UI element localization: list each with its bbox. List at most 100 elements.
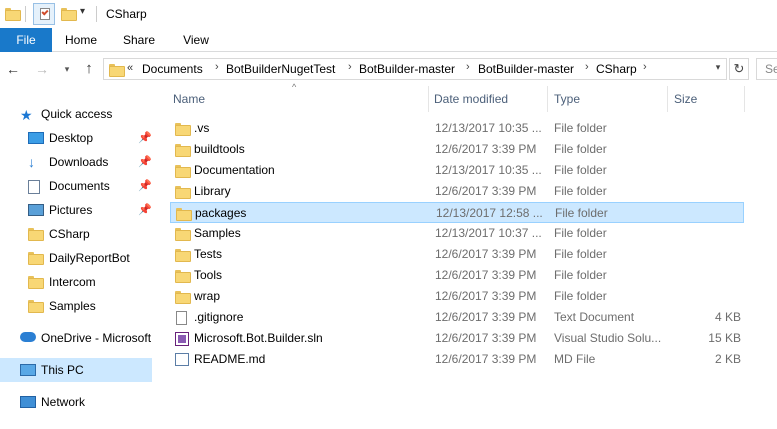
folder-icon	[175, 186, 191, 199]
file-date-modified: 12/6/2017 3:39 PM	[435, 268, 537, 282]
folder-icon	[109, 64, 125, 77]
sidebar-item-samples[interactable]: Samples	[0, 294, 152, 318]
breadcrumb-csharp[interactable]: CSharp	[596, 62, 637, 76]
up-button[interactable]: ↑	[80, 59, 98, 79]
column-divider[interactable]	[428, 86, 429, 112]
file-row[interactable]: Samples 12/13/2017 10:37 ... File folder	[170, 223, 744, 244]
sidebar-item-quick-access[interactable]: ★ Quick access	[0, 102, 152, 126]
column-header-name[interactable]: Name	[173, 86, 205, 112]
address-history-dropdown[interactable]: ▾	[710, 59, 726, 75]
file-date-modified: 12/6/2017 3:39 PM	[435, 331, 537, 345]
file-row[interactable]: .gitignore 12/6/2017 3:39 PM Text Document…	[170, 307, 744, 328]
breadcrumb-botbuilder-master-2[interactable]: BotBuilder-master	[478, 62, 574, 76]
file-type: File folder	[554, 289, 607, 303]
sidebar-item-label: OneDrive - Microsoft	[41, 331, 152, 345]
sidebar-item-onedrive[interactable]: OneDrive - Microsoft	[0, 326, 152, 350]
customize-toolbar-dropdown-icon[interactable]: ▾	[80, 6, 85, 17]
refresh-button[interactable]: ↻	[729, 58, 749, 80]
folder-icon	[175, 291, 191, 304]
markdown-file-icon	[175, 353, 189, 366]
breadcrumb-botbuildernugettest[interactable]: BotBuilderNugetTest	[226, 62, 335, 76]
chevron-right-icon[interactable]: ›	[215, 61, 219, 73]
breadcrumb-documents[interactable]: Documents	[142, 62, 203, 76]
file-row[interactable]: Tools 12/6/2017 3:39 PM File folder	[170, 265, 744, 286]
file-type: File folder	[554, 121, 607, 135]
file-date-modified: 12/13/2017 10:35 ...	[435, 163, 542, 177]
file-date-modified: 12/13/2017 10:37 ...	[435, 226, 542, 240]
file-row[interactable]: packages 12/13/2017 12:58 ... File folder	[170, 202, 744, 223]
breadcrumb-overflow[interactable]: «	[127, 62, 133, 74]
chevron-right-icon[interactable]: ›	[585, 61, 589, 73]
new-folder-button[interactable]	[61, 8, 77, 21]
folder-icon	[175, 144, 191, 157]
folder-icon	[28, 228, 44, 241]
sidebar-item-downloads[interactable]: ↓ Downloads 📌	[0, 150, 152, 174]
file-row[interactable]: buildtools 12/6/2017 3:39 PM File folder	[170, 139, 744, 160]
column-divider[interactable]	[744, 86, 745, 112]
file-name: .gitignore	[194, 310, 244, 324]
divider	[25, 6, 26, 22]
pin-icon[interactable]: 📌	[138, 174, 152, 198]
folder-icon	[175, 123, 191, 136]
column-header-type[interactable]: Type	[554, 86, 580, 112]
file-row[interactable]: Documentation 12/13/2017 10:35 ... File fo…	[170, 160, 744, 181]
sidebar-item-dailyreportbot[interactable]: DailyReportBot	[0, 246, 152, 270]
network-icon	[20, 396, 36, 408]
sidebar-item-desktop[interactable]: Desktop 📌	[0, 126, 152, 150]
column-divider[interactable]	[547, 86, 548, 112]
tab-file[interactable]: File	[0, 28, 52, 52]
search-input[interactable]: Se	[756, 58, 777, 80]
pin-icon[interactable]: 📌	[138, 126, 152, 150]
file-row[interactable]: Tests 12/6/2017 3:39 PM File folder	[170, 244, 744, 265]
file-row[interactable]: README.md 12/6/2017 3:39 PM MD File 2 KB	[170, 349, 744, 370]
recent-locations-dropdown[interactable]: ▾	[60, 59, 74, 79]
file-name: .vs	[194, 121, 210, 135]
breadcrumb-botbuilder-master[interactable]: BotBuilder-master	[359, 62, 455, 76]
file-row[interactable]: Microsoft.Bot.Builder.sln 12/6/2017 3:39 …	[170, 328, 744, 349]
file-list: ^ Name Date modified Type Size .vs 12/13/…	[156, 82, 777, 429]
sidebar-item-this-pc[interactable]: This PC	[0, 358, 152, 382]
folder-icon	[28, 252, 44, 265]
file-type: File folder	[554, 226, 607, 240]
back-button[interactable]: ←	[4, 59, 22, 79]
sidebar-item-pictures[interactable]: Pictures 📌	[0, 198, 152, 222]
chevron-right-icon[interactable]: ›	[466, 61, 470, 73]
ribbon-tabs: File Home Share View	[0, 28, 777, 52]
file-type: File folder	[554, 142, 607, 156]
file-type: File folder	[554, 247, 607, 261]
sidebar-item-csharp[interactable]: CSharp	[0, 222, 152, 246]
chevron-right-icon[interactable]: ›	[348, 61, 352, 73]
file-row[interactable]: Library 12/6/2017 3:39 PM File folder	[170, 181, 744, 202]
file-type: MD File	[554, 352, 596, 366]
file-row[interactable]: wrap 12/6/2017 3:39 PM File folder	[170, 286, 744, 307]
pin-icon[interactable]: 📌	[138, 198, 152, 222]
file-type: File folder	[554, 268, 607, 282]
file-type: Text Document	[554, 310, 635, 324]
address-bar[interactable]: « Documents › BotBuilderNugetTest › BotB…	[103, 58, 727, 80]
file-date-modified: 12/13/2017 10:35 ...	[435, 121, 542, 135]
folder-icon[interactable]	[5, 8, 21, 21]
sidebar-item-network[interactable]: Network	[0, 390, 152, 414]
tab-share[interactable]: Share	[113, 28, 165, 52]
file-name: Samples	[194, 226, 241, 240]
column-header-date[interactable]: Date modified	[434, 86, 508, 112]
column-divider[interactable]	[667, 86, 668, 112]
file-date-modified: 12/6/2017 3:39 PM	[435, 142, 537, 156]
navigation-bar: ← → ▾ ↑ « Documents › BotBuilderNugetTes…	[0, 56, 777, 82]
column-header-size[interactable]: Size	[674, 86, 697, 112]
pin-icon[interactable]: 📌	[138, 150, 152, 174]
sidebar-item-intercom[interactable]: Intercom	[0, 270, 152, 294]
file-row[interactable]: .vs 12/13/2017 10:35 ... File folder	[170, 118, 744, 139]
folder-icon	[175, 165, 191, 178]
forward-button[interactable]: →	[33, 59, 51, 79]
file-date-modified: 12/6/2017 3:39 PM	[435, 289, 537, 303]
tab-view[interactable]: View	[170, 28, 222, 52]
documents-icon	[28, 180, 40, 194]
pictures-icon	[28, 204, 44, 216]
sidebar-item-documents[interactable]: Documents 📌	[0, 174, 152, 198]
chevron-right-icon[interactable]: ›	[643, 61, 647, 73]
tab-home[interactable]: Home	[55, 28, 107, 52]
star-icon: ★	[20, 107, 33, 123]
sidebar-item-label: Samples	[49, 299, 96, 313]
properties-button[interactable]	[33, 3, 55, 25]
